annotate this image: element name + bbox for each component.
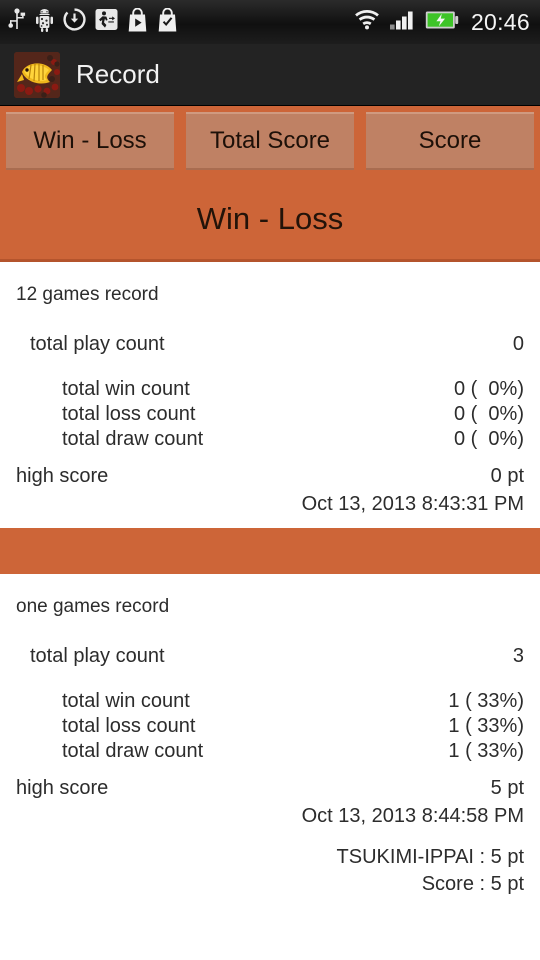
row-total-loss-count: total loss count 1 ( 33%) [16,714,524,739]
tab-total-score[interactable]: Total Score [186,112,354,170]
row-total-draw-count: total draw count 1 ( 33%) [16,739,524,764]
battery-charging-icon [425,10,459,35]
row-value: 3 [512,645,524,667]
row-label: total win count [62,378,190,400]
running-app-icon [95,8,118,36]
section-title: 12 games record [16,284,159,305]
detail-line: TSUKIMI-IPPAI : 5 pt [336,846,524,868]
page-title: Record [76,59,160,89]
row-label: total play count [30,333,165,355]
checkmark-bag-icon [157,7,178,37]
wifi-icon [353,8,381,36]
row-label: high score [16,777,109,799]
row-label: total play count [30,645,165,667]
row-label: high score [16,465,109,487]
row-high-score: high score 5 pt [16,774,524,803]
status-bar-clock: 20:46 [470,8,530,35]
record-section-12-games: 12 games record total play count 0 total… [0,262,540,528]
row-high-score: high score 0 pt [16,462,524,491]
play-store-icon [127,7,148,37]
high-score-timestamp: Oct 13, 2013 8:44:58 PM [301,805,524,827]
row-label: total win count [62,690,190,712]
detail-line: Score : 5 pt [421,873,524,895]
row-value: 0 ( 0%) [453,378,524,400]
row-value: 1 ( 33%) [448,715,524,737]
row-value: 0 pt [490,465,524,487]
section-title: one games record [16,596,170,617]
row-total-play-count: total play count 3 [16,642,524,671]
row-total-play-count: total play count 0 [16,330,524,359]
section-divider [0,528,540,574]
app-title-bar: Record [0,44,540,106]
row-value: 0 ( 0%) [453,403,524,425]
tab-score[interactable]: Score [366,112,534,170]
status-bar-right-icons: 20:46 [353,8,530,36]
row-value: 1 ( 33%) [448,690,524,712]
row-total-win-count: total win count 1 ( 33%) [16,689,524,714]
tab-bar: Win - Loss Total Score Score [0,106,540,178]
row-label: total draw count [62,428,204,450]
usb-icon [8,7,26,37]
record-section-one-game: one games record total play count 3 tota… [0,574,540,898]
record-content: 12 games record total play count 0 total… [0,262,540,898]
row-label: total draw count [62,740,204,762]
row-total-win-count: total win count 0 ( 0%) [16,377,524,402]
row-value: 0 [512,333,524,355]
download-sync-icon [63,8,86,36]
android-debug-icon [35,8,54,37]
row-total-draw-count: total draw count 0 ( 0%) [16,427,524,452]
fish-app-icon [14,51,60,98]
row-value: 5 pt [490,777,524,799]
signal-bars-icon [389,8,417,36]
row-value: 1 ( 33%) [448,740,524,762]
row-label: total loss count [62,715,196,737]
row-total-loss-count: total loss count 0 ( 0%) [16,402,524,427]
high-score-detail-list: TSUKIMI-IPPAI : 5 pt Score : 5 pt [16,830,524,898]
tab-win-loss[interactable]: Win - Loss [6,112,174,170]
section-heading: Win - Loss [0,178,540,262]
status-bar-left-icons [8,7,178,37]
status-bar: 20:46 [0,0,540,44]
high-score-timestamp: Oct 13, 2013 8:43:31 PM [301,493,524,515]
row-label: total loss count [62,403,196,425]
row-value: 0 ( 0%) [453,428,524,450]
